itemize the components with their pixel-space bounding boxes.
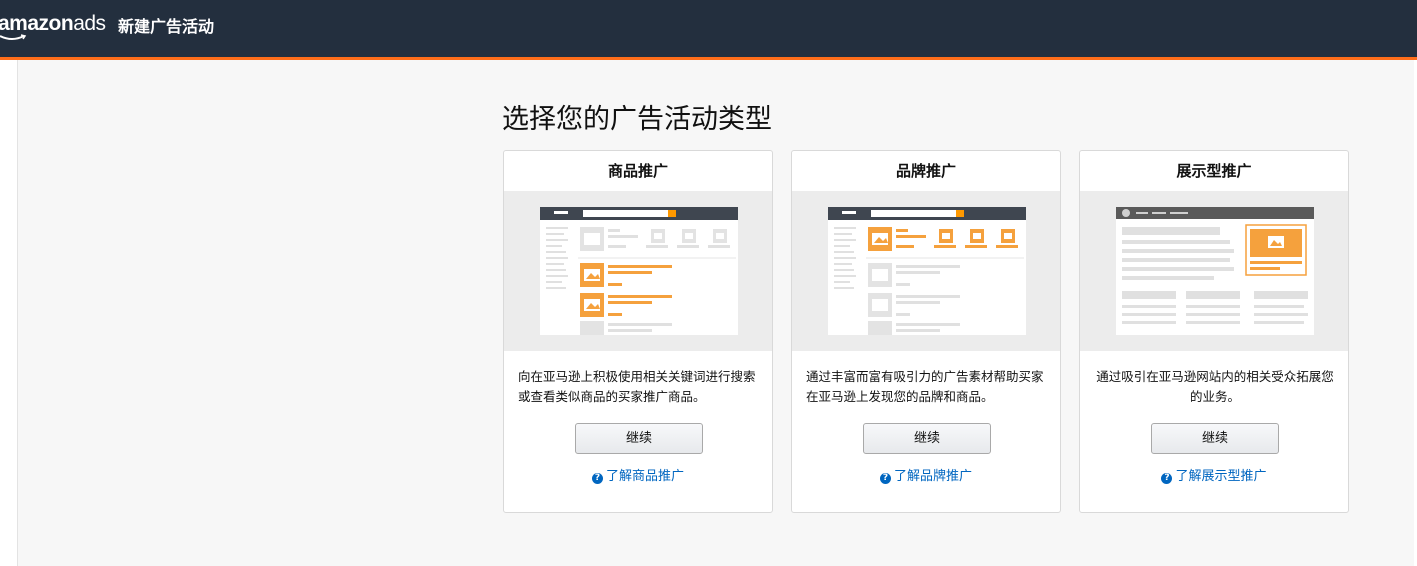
amazon-ads-logo[interactable]: amazonads	[0, 12, 106, 40]
logo-wordmark-ads: ads	[73, 12, 106, 35]
card-description: 通过丰富而富有吸引力的广告素材帮助买家在亚马逊上发现您的品牌和商品。	[806, 369, 1044, 404]
brand-banner-page-icon	[828, 207, 1026, 335]
learn-more-label[interactable]: 了解展示型推广	[1175, 469, 1266, 484]
section-title: 选择您的广告活动类型	[502, 104, 772, 135]
card-title: 品牌推广	[895, 162, 956, 180]
sponsored-brands-illustration	[792, 191, 1060, 351]
learn-more-link-sponsored-display[interactable]: ? 了解展示型推广	[1080, 467, 1348, 487]
help-icon: ?	[879, 473, 891, 484]
continue-button-sponsored-brands[interactable]: 继续	[863, 423, 991, 454]
help-icon: ?	[591, 473, 603, 484]
help-icon: ?	[1161, 473, 1173, 484]
continue-button-sponsored-products[interactable]: 继续	[575, 423, 703, 454]
learn-more-label[interactable]: 了解商品推广	[606, 469, 684, 484]
search-results-page-icon	[540, 207, 738, 335]
card-sponsored-display: 展示型推广 通过吸引在亚马逊网站内的相关受众拓展您的业务。 继续 ? 了解展示型…	[1079, 150, 1349, 513]
continue-button-sponsored-display[interactable]: 继续	[1151, 423, 1279, 454]
top-bar: amazonads 新建广告活动	[0, 0, 1417, 60]
card-title: 展示型推广	[1176, 162, 1252, 180]
display-ad-page-icon	[1116, 207, 1314, 335]
card-description: 向在亚马逊上积极使用相关关键词进行搜索或查看类似商品的买家推广商品。	[518, 369, 756, 404]
left-rail	[0, 60, 18, 566]
learn-more-link-sponsored-products[interactable]: ? 了解商品推广	[504, 467, 772, 487]
learn-more-label[interactable]: 了解品牌推广	[894, 469, 972, 484]
card-title: 商品推广	[607, 162, 668, 180]
sponsored-products-illustration	[504, 191, 772, 351]
card-sponsored-brands: 品牌推广 通过丰富而富有吸引力的广告素材帮助买家在亚马逊上发现您的品牌和商品。 …	[791, 150, 1061, 513]
card-sponsored-products: 商品推广 向在亚马逊上积极使用相关关键词进行搜索或查看类似商品的买家推广商品。 …	[503, 150, 773, 513]
smile-arrow-icon	[0, 34, 27, 40]
sponsored-display-illustration	[1080, 191, 1348, 351]
page-heading: 新建广告活动	[118, 17, 215, 36]
logo-wordmark-amazon: amazon	[0, 12, 74, 35]
learn-more-link-sponsored-brands[interactable]: ? 了解品牌推广	[792, 467, 1060, 487]
card-description: 通过吸引在亚马逊网站内的相关受众拓展您的业务。	[1096, 369, 1334, 404]
